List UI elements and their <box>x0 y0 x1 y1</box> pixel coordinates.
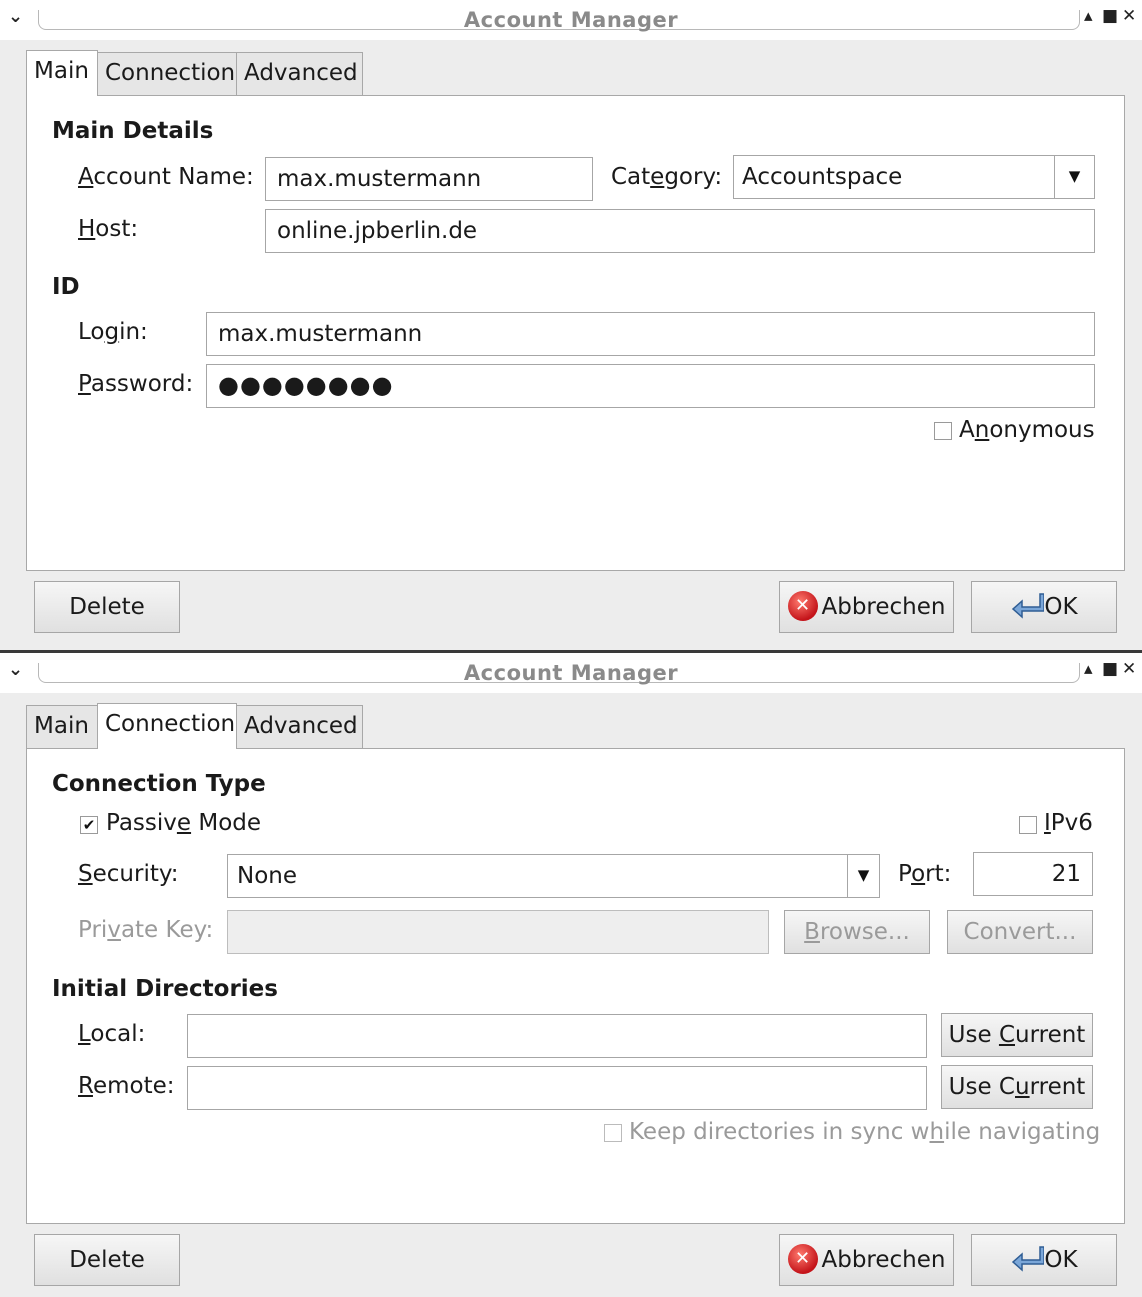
password-label: Password: <box>78 371 194 397</box>
category-select[interactable]: Accountspace ▼ <box>733 155 1095 199</box>
account-manager-window-connection: ⌄ Account Manager ▴ ■ ✕ Main Connection … <box>0 653 1142 1297</box>
shade-icon[interactable]: ▴ <box>1084 659 1093 679</box>
section-initial-directories: Initial Directories <box>52 976 278 1002</box>
login-input[interactable]: max.mustermann <box>206 312 1095 356</box>
connection-panel: Connection Type ✔ Passive Mode IPv6 Secu… <box>26 748 1125 1224</box>
delete-button[interactable]: Delete <box>34 1234 180 1286</box>
chevron-down-icon[interactable]: ▼ <box>847 855 879 897</box>
ok-icon <box>1012 1245 1045 1272</box>
section-connection-type: Connection Type <box>52 771 266 797</box>
close-icon[interactable]: ✕ <box>1122 6 1136 26</box>
ok-button[interactable]: OK <box>971 1234 1117 1286</box>
browse-button: Browse... <box>784 910 930 954</box>
window-title: Account Manager <box>463 8 679 32</box>
chevron-down-icon[interactable]: ▼ <box>1054 156 1094 198</box>
convert-button: Convert... <box>947 910 1093 954</box>
port-label: Port: <box>898 861 952 887</box>
maximize-icon[interactable]: ■ <box>1102 6 1118 26</box>
keep-sync-checkbox <box>604 1124 622 1142</box>
local-label: Local: <box>78 1021 146 1047</box>
passive-mode-label[interactable]: Passive Mode <box>106 810 261 836</box>
cancel-icon: ✕ <box>787 1243 818 1274</box>
host-input[interactable]: online.jpberlin.de <box>265 209 1095 253</box>
use-current-local-button[interactable]: Use Current <box>941 1013 1093 1057</box>
security-select[interactable]: None ▼ <box>227 854 880 898</box>
keep-sync-label: Keep directories in sync while navigatin… <box>629 1119 1101 1145</box>
passive-mode-checkbox[interactable]: ✔ <box>80 816 98 834</box>
remote-dir-input[interactable] <box>187 1066 927 1110</box>
ok-icon <box>1012 592 1045 619</box>
tab-main[interactable]: Main <box>26 705 98 749</box>
cancel-icon: ✕ <box>787 590 818 621</box>
tab-main[interactable]: Main <box>26 50 98 96</box>
tab-connection[interactable]: Connection <box>97 52 237 96</box>
anonymous-label[interactable]: Anonymous <box>959 417 1095 443</box>
cancel-label: Abbrechen <box>821 1247 946 1273</box>
ok-label: OK <box>1044 594 1078 620</box>
maximize-icon[interactable]: ■ <box>1102 659 1118 679</box>
account-name-label: Account Name: <box>78 164 254 190</box>
use-current-remote-button[interactable]: Use Current <box>941 1065 1093 1109</box>
private-key-label: Private Key: <box>78 917 214 943</box>
title-bar: ⌄ Account Manager ▴ ■ ✕ <box>0 653 1142 693</box>
ok-label: OK <box>1044 1247 1078 1273</box>
shade-icon[interactable]: ▴ <box>1084 6 1093 26</box>
tab-advanced[interactable]: Advanced <box>236 52 363 96</box>
delete-button[interactable]: Delete <box>34 581 180 633</box>
cancel-button[interactable]: ✕ Abbrechen <box>779 1234 954 1286</box>
category-value: Accountspace <box>742 164 903 190</box>
anonymous-checkbox[interactable] <box>934 422 952 440</box>
ipv6-label[interactable]: IPv6 <box>1044 810 1093 836</box>
ok-button[interactable]: OK <box>971 581 1117 633</box>
local-dir-input[interactable] <box>187 1014 927 1058</box>
port-input[interactable]: 21 <box>973 852 1093 896</box>
cancel-label: Abbrechen <box>821 594 946 620</box>
login-label: Login: <box>78 319 148 345</box>
section-id: ID <box>52 274 80 300</box>
close-icon[interactable]: ✕ <box>1122 659 1136 679</box>
category-label: Category: <box>611 164 723 190</box>
title-bar: ⌄ Account Manager ▴ ■ ✕ <box>0 0 1142 40</box>
security-value: None <box>237 863 298 889</box>
tab-advanced[interactable]: Advanced <box>236 705 363 749</box>
remote-label: Remote: <box>78 1073 175 1099</box>
security-label: Security: <box>78 861 179 887</box>
main-panel: Main Details Account Name: max.musterman… <box>26 95 1125 571</box>
section-main-details: Main Details <box>52 118 214 144</box>
window-title: Account Manager <box>463 661 679 685</box>
ipv6-checkbox[interactable] <box>1019 816 1037 834</box>
host-label: Host: <box>78 216 139 242</box>
tab-connection[interactable]: Connection <box>97 703 237 749</box>
account-name-input[interactable]: max.mustermann <box>265 157 593 201</box>
account-manager-window-main: ⌄ Account Manager ▴ ■ ✕ Main Connection … <box>0 0 1142 650</box>
private-key-input <box>227 910 769 954</box>
password-input[interactable]: ●●●●●●●● <box>206 364 1095 408</box>
cancel-button[interactable]: ✕ Abbrechen <box>779 581 954 633</box>
